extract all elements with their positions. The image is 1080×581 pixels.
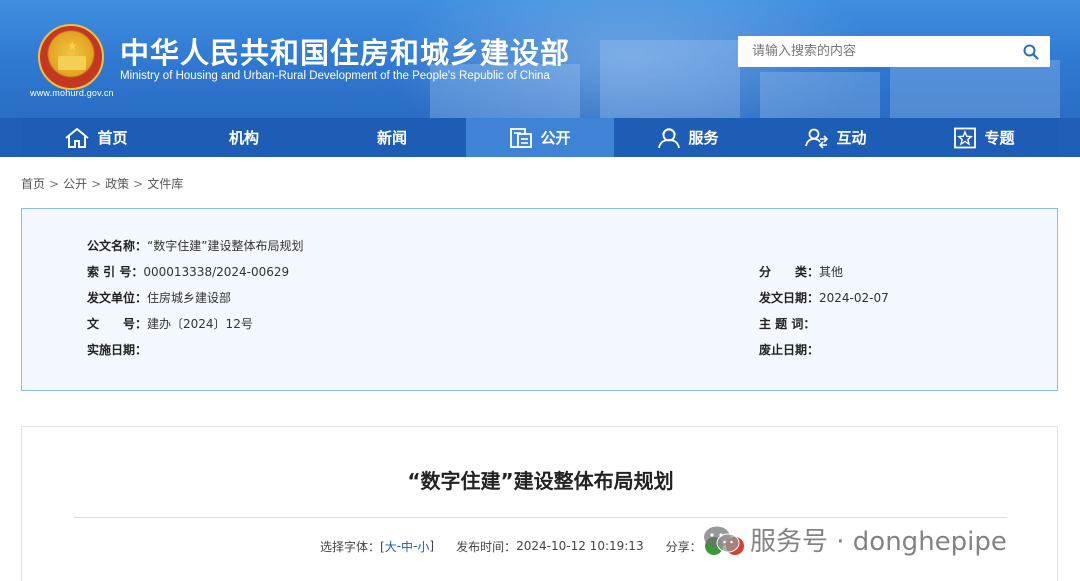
header-banner: ★ www.mohurd.gov.cn 中华人民共和国住房和城乡建设部 Mini… [0,0,1080,118]
font-size-close: ] [429,539,435,553]
nav-item-institutions[interactable]: 机构 [170,118,318,157]
meta-issue-date-label: 发文日期： [759,291,820,305]
nav-item-topics-label: 专题 [984,129,1015,147]
nav-item-news-label: 新闻 [376,129,407,147]
site-url: www.mohurd.gov.cn [30,88,114,98]
meta-doc-number: 文 号：建办〔2024〕12号 [87,315,253,332]
publish-time-label: 发布时间： [456,539,517,554]
nav-item-services-label: 服务 [688,129,719,147]
font-size-small-link[interactable]: 小 [417,538,429,555]
meta-doc-number-label: 文 号： [87,317,148,331]
meta-issuer: 发文单位：住房城乡建设部 [87,289,231,306]
breadcrumb-home[interactable]: 首页 [21,177,45,191]
nav-item-interaction-label: 互动 [836,129,867,147]
org-name-en: Ministry of Housing and Urban-Rural Deve… [120,70,550,82]
meta-effective-date-label: 实施日期： [87,343,148,357]
nav-item-public[interactable]: 公开 [466,118,614,157]
banner-building [760,72,880,118]
meta-issue-date: 发文日期：2024-02-07 [759,289,889,306]
main-nav-inner: 首页 机构 新闻 公开 服务 互动 专题 [22,118,1058,157]
nav-item-institutions-label: 机构 [228,129,259,147]
meta-doc-number-value: 建办〔2024〕12号 [147,317,253,331]
nav-item-home[interactable]: 首页 [22,118,170,157]
meta-effective-date: 实施日期： [87,341,147,358]
meta-doc-name-label: 公文名称： [87,239,148,253]
nav-item-services[interactable]: 服务 [614,118,762,157]
article-info-line: 选择字体：[ 大 - 中 - 小 ] 发布时间： 2024-10-12 10:1… [320,537,744,555]
article-title: “数字住建”建设整体布局规划 [407,469,674,493]
font-size-large-link[interactable]: 大 [385,538,397,555]
document-icon [510,127,533,148]
watermark-text: 服务号 · donghepipe [750,527,1007,557]
title-divider [74,517,1007,518]
meta-category-label: 分 类： [759,265,820,279]
meta-doc-name-value: “数字住建”建设整体布局规划 [147,239,304,253]
meta-issue-date-value: 2024-02-07 [819,291,889,305]
meta-index-value: 000013338/2024-00629 [143,265,290,279]
home-icon [65,127,90,148]
meta-index-number: 索 引 号：000013338/2024-00629 [87,263,289,280]
nav-item-public-label: 公开 [540,129,571,147]
meta-doc-name: 公文名称：“数字住建”建设整体布局规划 [87,237,303,254]
banner-building [600,40,740,118]
font-size-label: 选择字体：[ [320,539,385,554]
meta-expiry-date-label: 废止日期： [759,343,820,357]
font-size-medium-link[interactable]: 中 [401,538,413,555]
interaction-icon [805,128,829,149]
emblem-star-icon: ★ [67,39,78,53]
share-label: 分享： [665,539,702,554]
meta-keywords-label: 主 题 词： [759,317,816,331]
main-nav: 首页 机构 新闻 公开 服务 互动 专题 [0,118,1080,157]
org-name-cn[interactable]: 中华人民共和国住房和城乡建设部 [120,30,570,72]
nav-item-topics[interactable]: 专题 [910,118,1058,157]
meta-category-value: 其他 [819,265,844,279]
meta-category: 分 类：其他 [759,263,843,280]
meta-expiry-date: 废止日期： [759,341,819,358]
banner-building [890,60,1060,118]
breadcrumb-file-library[interactable]: 文件库 [147,177,183,191]
meta-keywords: 主 题 词： [759,315,815,332]
breadcrumb-separator: > [49,177,60,191]
nav-item-news[interactable]: 新闻 [318,118,466,157]
user-service-icon [658,127,681,148]
search-box [738,36,1050,67]
breadcrumb-separator: > [133,177,144,191]
breadcrumb-separator: > [91,177,102,191]
meta-index-label: 索 引 号： [87,265,144,279]
wechat-watermark-icon [702,524,742,556]
nav-item-home-label: 首页 [97,129,128,147]
search-button[interactable] [1012,36,1050,67]
nav-item-interaction[interactable]: 互动 [762,118,910,157]
breadcrumb-policy[interactable]: 政策 [105,177,129,191]
document-metadata-panel: 公文名称：“数字住建”建设整体布局规划 索 引 号：000013338/2024… [21,208,1058,391]
meta-issuer-label: 发文单位： [87,291,148,305]
national-emblem-logo[interactable]: ★ [38,24,104,90]
breadcrumb-public[interactable]: 公开 [63,177,87,191]
star-icon [954,127,977,148]
meta-issuer-value: 住房城乡建设部 [147,291,232,305]
search-icon [1023,44,1039,60]
publish-time-value: 2024-10-12 10:19:13 [516,539,644,553]
emblem-gate-icon [58,56,86,70]
breadcrumb: 首页 > 公开 > 政策 > 文件库 [21,175,183,192]
search-input[interactable] [738,36,1012,67]
watermark: 服务号 · donghepipe [702,521,1007,558]
